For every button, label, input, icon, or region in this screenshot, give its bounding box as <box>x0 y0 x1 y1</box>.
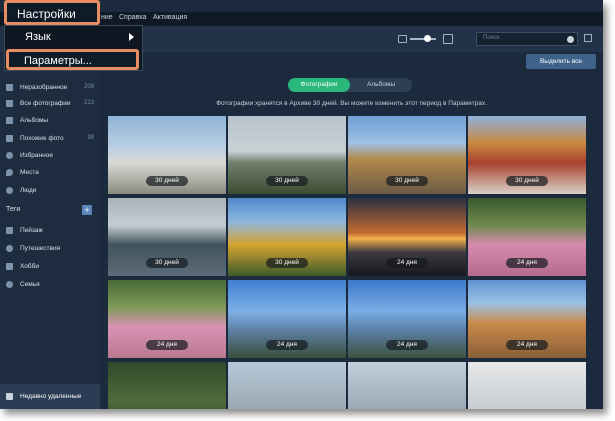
tag-item-landscape[interactable]: Пейзаж <box>0 223 100 239</box>
similar-photos-icon <box>6 135 13 142</box>
photo-thumbnail[interactable] <box>348 362 466 409</box>
sidebar-item-label: Люди <box>20 187 37 194</box>
sidebar-item-favorites[interactable]: Избранное <box>0 148 100 164</box>
sidebar-item-count: 213 <box>83 100 94 106</box>
tag-label: Хобби <box>20 263 39 270</box>
photo-thumbnail[interactable] <box>108 362 226 409</box>
menu-item-partial[interactable]: ние <box>101 14 113 21</box>
sidebar-item-places[interactable]: Места <box>0 165 100 181</box>
photo-thumbnail[interactable]: 30 дней <box>228 198 346 276</box>
photo-thumbnail[interactable]: 24 дня <box>228 280 346 358</box>
photo-thumbnail[interactable] <box>468 362 586 409</box>
tag-icon <box>6 227 13 234</box>
sidebar-item-label: Избранное <box>20 152 53 159</box>
sidebar-item-similar[interactable]: Похожие фото 99 <box>0 131 100 147</box>
sidebar-item-people[interactable]: Люди <box>0 183 100 199</box>
days-left-badge: 24 дня <box>506 258 548 268</box>
sidebar-item-label: Похожие фото <box>20 135 64 142</box>
menu-item-parameters[interactable]: Параметры... <box>6 49 139 70</box>
days-left-badge: 24 дня <box>386 340 428 350</box>
heart-icon <box>6 152 13 159</box>
tag-item-hobby[interactable]: Хобби <box>0 259 100 275</box>
large-image-icon[interactable] <box>443 34 453 44</box>
days-left-badge: 24 дня <box>266 340 308 350</box>
photo-thumbnail[interactable]: 24 дня <box>108 280 226 358</box>
sidebar-item-recently-deleted[interactable]: Недавно удаленные <box>0 384 100 409</box>
days-left-badge: 24 дня <box>506 340 548 350</box>
location-icon <box>6 169 13 176</box>
photo-thumbnail[interactable]: 30 дней <box>348 116 466 194</box>
sidebar-item-label: Альбомы <box>20 117 48 124</box>
photo-thumbnail[interactable]: 24 дня <box>348 280 466 358</box>
menu-item-help[interactable]: Справка <box>119 14 146 21</box>
sidebar-item-label: Места <box>20 169 39 176</box>
people-icon <box>6 281 13 288</box>
photo-thumbnail[interactable]: 24 дня <box>348 198 466 276</box>
tag-item-travel[interactable]: Путешествия <box>0 241 100 257</box>
unsorted-icon <box>6 84 13 91</box>
days-left-badge: 30 дней <box>266 258 308 268</box>
tag-item-family[interactable]: Семья <box>0 277 100 293</box>
search-input[interactable]: Поиск <box>476 32 578 46</box>
sidebar-item-albums[interactable]: Альбомы <box>0 113 100 129</box>
days-left-badge: 24 дня <box>386 258 428 268</box>
tab-albums[interactable]: Альбомы <box>350 78 412 92</box>
plane-icon <box>6 263 13 270</box>
sidebar-item-all-photos[interactable]: Все фотографии 213 <box>0 96 100 112</box>
photo-thumbnail[interactable]: 30 дней <box>228 116 346 194</box>
menu-item-language[interactable]: Язык <box>25 31 51 43</box>
photo-thumbnail[interactable] <box>228 362 346 409</box>
photo-thumbnail[interactable]: 24 дня <box>468 198 586 276</box>
photo-thumbnail[interactable]: 24 дня <box>468 280 586 358</box>
albums-icon <box>6 117 13 124</box>
sidebar-item-unsorted[interactable]: Неразобранное 209 <box>0 80 100 96</box>
sidebar: Неразобранное 209 Все фотографии 213 Аль… <box>0 52 100 409</box>
globe-icon <box>6 245 13 252</box>
menu-item-activation[interactable]: Активация <box>153 14 187 21</box>
sidebar-item-label: Все фотографии <box>20 100 71 107</box>
tags-header: Теги <box>6 206 21 213</box>
trash-icon <box>6 393 13 400</box>
submenu-arrow-icon <box>129 33 134 41</box>
settings-menu-label: Настройки <box>17 7 76 21</box>
calendar-icon[interactable] <box>584 34 592 42</box>
tag-label: Путешествия <box>20 245 61 252</box>
zoom-slider[interactable] <box>410 38 436 40</box>
days-left-badge: 30 дней <box>266 176 308 186</box>
archive-notice: Фотографии хранятся в Архиве 30 дней. Вы… <box>216 100 487 107</box>
small-image-icon[interactable] <box>398 35 407 43</box>
days-left-badge: 30 дней <box>146 176 188 186</box>
days-left-badge: 24 дня <box>146 340 188 350</box>
photo-thumbnail[interactable]: 30 дней <box>108 116 226 194</box>
sidebar-item-count: 209 <box>83 84 94 90</box>
days-left-badge: 30 дней <box>386 176 428 186</box>
tag-label: Пейзаж <box>20 227 43 234</box>
people-icon <box>6 187 13 194</box>
days-left-badge: 30 дней <box>146 258 188 268</box>
search-placeholder: Поиск <box>483 35 500 41</box>
sidebar-item-count: 99 <box>87 135 94 141</box>
clear-search-icon[interactable] <box>567 36 574 43</box>
app-window: ние Справка Активация Поиск Неразобранно… <box>0 0 603 409</box>
photo-thumbnail[interactable]: 30 дней <box>108 198 226 276</box>
days-left-badge: 30 дней <box>506 176 548 186</box>
sidebar-item-label: Недавно удаленные <box>20 393 82 400</box>
add-tag-button[interactable]: + <box>82 205 92 215</box>
select-all-button[interactable]: Выделить все <box>526 54 596 69</box>
all-photos-icon <box>6 100 13 107</box>
tag-label: Семья <box>20 281 40 288</box>
settings-menu-button[interactable]: Настройки <box>4 0 100 25</box>
sidebar-item-label: Неразобранное <box>20 84 68 91</box>
tab-photos[interactable]: Фотографии <box>288 78 350 92</box>
menu-item-parameters-label: Параметры... <box>24 55 92 67</box>
zoom-slider-knob[interactable] <box>424 35 431 42</box>
photo-thumbnail[interactable]: 30 дней <box>468 116 586 194</box>
